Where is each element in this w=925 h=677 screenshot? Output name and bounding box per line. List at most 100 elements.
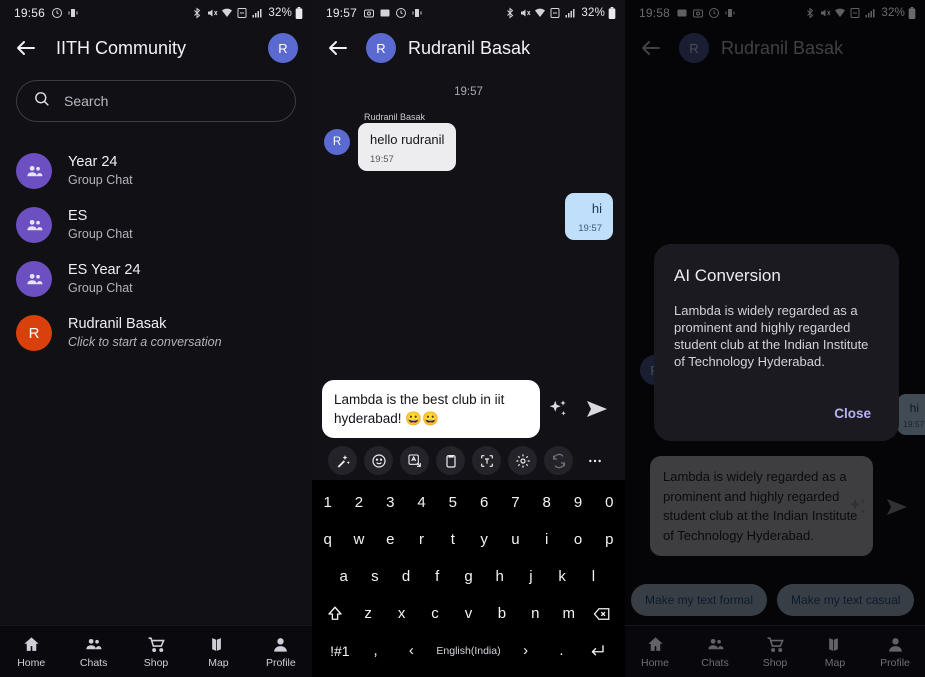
status-bar: 19:57 32% [312, 0, 625, 26]
nav-item-profile[interactable]: Profile [250, 635, 312, 669]
more-icon[interactable] [580, 446, 609, 475]
prev-language-key[interactable]: ‹ [393, 642, 429, 659]
next-language-key[interactable]: › [508, 642, 544, 659]
settings-icon[interactable] [508, 446, 537, 475]
group-avatar-icon [16, 261, 52, 297]
bubble-stack: Rudranil Basak hello rudranil 19:57 [358, 112, 457, 171]
contact-avatar: R [16, 315, 52, 351]
key[interactable]: x [385, 605, 418, 622]
key[interactable]: a [328, 568, 359, 585]
key[interactable]: u [500, 531, 531, 548]
message-text: hello rudranil [370, 132, 445, 147]
message-sender: Rudranil Basak [364, 112, 426, 122]
nav-item-map[interactable]: Map [805, 635, 865, 669]
group-avatar-icon [16, 153, 52, 189]
shift-icon[interactable] [318, 604, 351, 622]
message-composer: Lambda is the best club in iit hyderabad… [312, 380, 625, 438]
key[interactable]: i [531, 531, 562, 548]
nav-item-chats[interactable]: Chats [62, 635, 124, 669]
key[interactable]: 0 [594, 494, 625, 511]
list-item[interactable]: ES Year 24 Group Chat [0, 252, 312, 306]
key[interactable]: m [552, 605, 585, 622]
key[interactable]: 3 [375, 494, 406, 511]
key[interactable]: w [343, 531, 374, 548]
gallery-icon [379, 7, 391, 19]
magic-wand-icon[interactable] [328, 446, 357, 475]
emoji-icon[interactable] [364, 446, 393, 475]
list-item[interactable]: Year 24 Group Chat [0, 144, 312, 198]
keyboard-row-qwerty: q w e r t y u i o p [312, 521, 625, 558]
search-input[interactable]: Search [16, 80, 296, 122]
nav-item-map[interactable]: Map [187, 635, 249, 669]
list-item[interactable]: R Rudranil Basak Click to start a conver… [0, 306, 312, 360]
panel-ai-conversion: 19:58 32% R Rudranil Basak R [625, 0, 925, 677]
key[interactable]: o [562, 531, 593, 548]
close-button[interactable]: Close [826, 400, 879, 427]
nav-label: Home [17, 656, 46, 669]
symbols-key[interactable]: !#1 [322, 643, 358, 659]
message-bubble[interactable]: hi 19:57 [565, 193, 613, 240]
back-arrow-icon[interactable] [14, 36, 38, 60]
key[interactable]: t [437, 531, 468, 548]
send-icon[interactable] [585, 397, 609, 421]
key[interactable]: 6 [468, 494, 499, 511]
key[interactable]: v [452, 605, 485, 622]
profile-avatar[interactable]: R [268, 33, 298, 63]
contact-avatar[interactable]: R [366, 33, 396, 63]
period-key[interactable]: . [544, 642, 580, 659]
key[interactable]: n [519, 605, 552, 622]
clock-icon [395, 7, 407, 19]
key[interactable]: 7 [500, 494, 531, 511]
nav-item-home[interactable]: Home [0, 635, 62, 669]
vibrate-icon [67, 7, 79, 19]
key[interactable]: p [594, 531, 625, 548]
chats-icon [84, 635, 103, 654]
nav-item-profile[interactable]: Profile [865, 635, 925, 669]
key[interactable]: e [375, 531, 406, 548]
key[interactable]: q [312, 531, 343, 548]
sync-icon[interactable] [544, 446, 573, 475]
key[interactable]: y [468, 531, 499, 548]
key[interactable]: 5 [437, 494, 468, 511]
key[interactable]: k [547, 568, 578, 585]
ai-sparkle-icon[interactable] [547, 398, 569, 420]
enter-icon[interactable] [579, 641, 615, 659]
chat-list: Year 24 Group Chat ES Group Chat ES Year… [0, 122, 312, 360]
key[interactable]: s [359, 568, 390, 585]
key[interactable]: g [453, 568, 484, 585]
message-bubble[interactable]: hello rudranil 19:57 [358, 123, 457, 171]
key[interactable]: r [406, 531, 437, 548]
translate-icon[interactable] [400, 446, 429, 475]
keyboard-row-numbers: 1 2 3 4 5 6 7 8 9 0 [312, 484, 625, 521]
dialog-body: Lambda is widely regarded as a prominent… [674, 303, 869, 369]
language-key[interactable]: English(India) [429, 645, 508, 657]
clipboard-icon[interactable] [436, 446, 465, 475]
panel-community-list: 19:56 32% IITH Community R Search Year 2… [0, 0, 312, 677]
key[interactable]: 1 [312, 494, 343, 511]
search-icon [33, 90, 50, 112]
three-panel-screenshot: 19:56 32% IITH Community R Search Year 2… [0, 0, 925, 677]
key[interactable]: 2 [343, 494, 374, 511]
app-bar: R Rudranil Basak [312, 26, 625, 70]
list-item[interactable]: ES Group Chat [0, 198, 312, 252]
key[interactable]: d [390, 568, 421, 585]
key[interactable]: b [485, 605, 518, 622]
nav-item-shop[interactable]: Shop [745, 635, 805, 669]
message-input[interactable]: Lambda is the best club in iit hyderabad… [322, 380, 540, 438]
key[interactable]: c [418, 605, 451, 622]
nav-item-chats[interactable]: Chats [685, 635, 745, 669]
key[interactable]: j [515, 568, 546, 585]
key[interactable]: 8 [531, 494, 562, 511]
back-arrow-icon[interactable] [326, 36, 350, 60]
nav-item-home[interactable]: Home [625, 635, 685, 669]
key[interactable]: 9 [562, 494, 593, 511]
nav-item-shop[interactable]: Shop [125, 635, 187, 669]
key[interactable]: l [578, 568, 609, 585]
text-scan-icon[interactable] [472, 446, 501, 475]
key[interactable]: z [351, 605, 384, 622]
comma-key[interactable]: , [358, 642, 394, 659]
key[interactable]: 4 [406, 494, 437, 511]
key[interactable]: h [484, 568, 515, 585]
backspace-icon[interactable] [586, 604, 619, 622]
key[interactable]: f [422, 568, 453, 585]
